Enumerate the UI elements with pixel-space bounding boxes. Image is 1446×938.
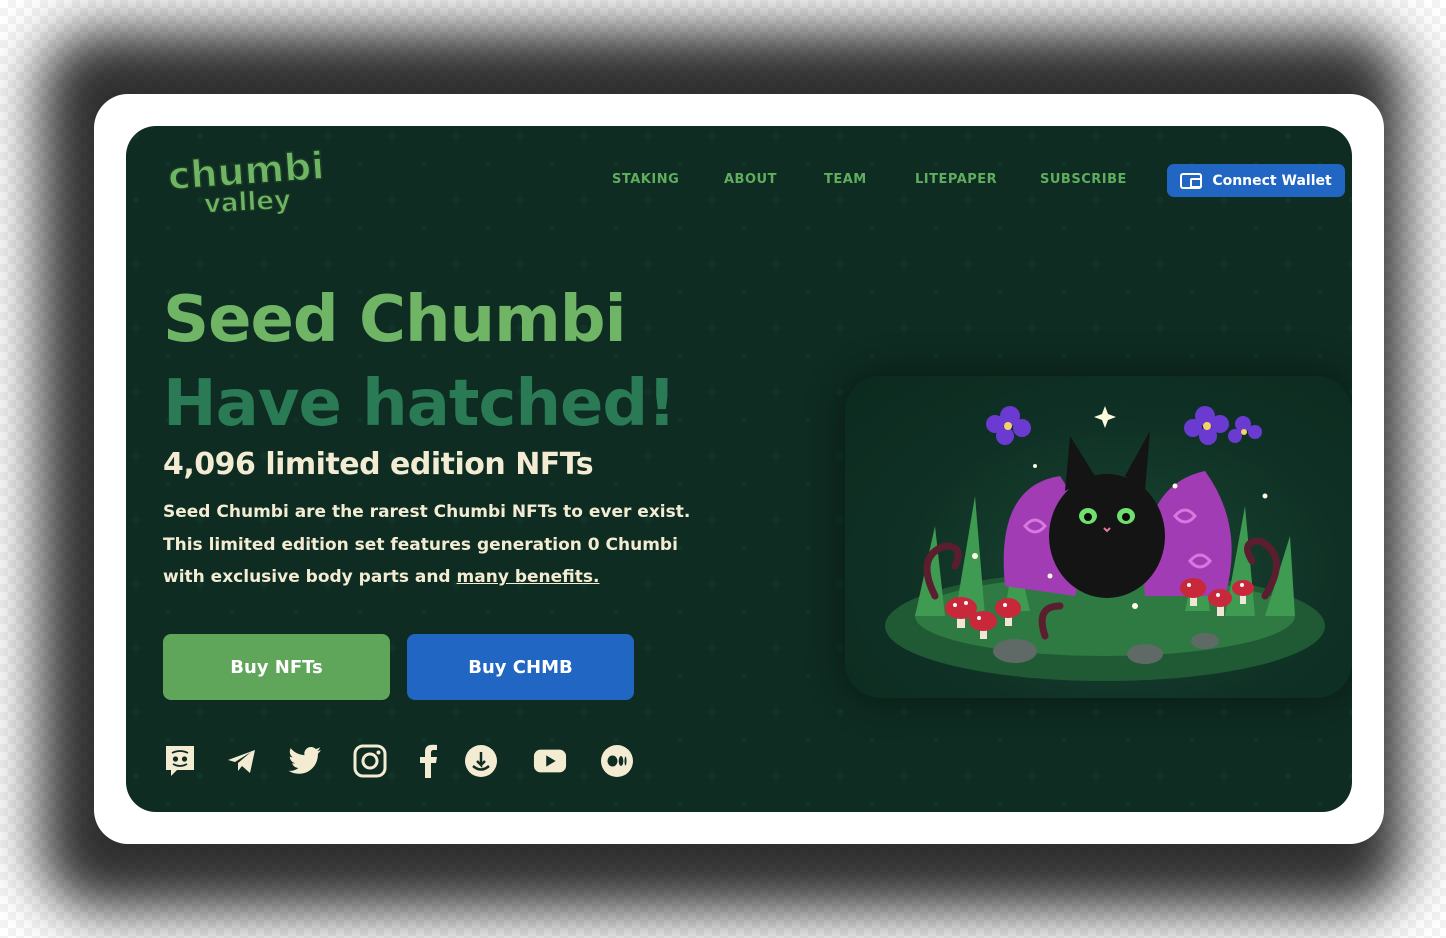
- description-line3: with exclusive body parts and many benef…: [163, 561, 723, 594]
- hero-title-line1: Seed Chumbi: [163, 283, 627, 357]
- hero-description: Seed Chumbi are the rarest Chumbi NFTs t…: [163, 496, 723, 594]
- connect-wallet-button[interactable]: Connect Wallet: [1167, 164, 1345, 197]
- connect-wallet-label: Connect Wallet: [1212, 172, 1332, 189]
- description-line1: Seed Chumbi are the rarest Chumbi NFTs t…: [163, 502, 691, 522]
- buy-nfts-button[interactable]: Buy NFTs: [163, 634, 390, 700]
- nav-litepaper[interactable]: LITEPAPER: [915, 172, 997, 187]
- discord-icon[interactable]: [163, 744, 197, 778]
- chumbi-valley-logo[interactable]: chumbi valley: [166, 144, 341, 214]
- nav-subscribe[interactable]: SUBSCRIBE: [1040, 172, 1127, 187]
- nav-about[interactable]: ABOUT: [724, 172, 777, 187]
- description-line2: This limited edition set features genera…: [163, 534, 678, 555]
- wallet-icon: [1180, 172, 1203, 189]
- hero-title-line2: Have hatched!: [163, 367, 676, 441]
- buy-chmb-button[interactable]: Buy CHMB: [407, 634, 634, 700]
- nav-team[interactable]: TEAM: [824, 172, 867, 187]
- seed-chumbi-illustration: [885, 406, 1325, 681]
- many-benefits-link[interactable]: many benefits.: [457, 567, 600, 587]
- hero-subtitle: 4,096 limited edition NFTs: [163, 447, 594, 482]
- description-line3-text: with exclusive body parts and: [163, 567, 451, 587]
- hero-illustration-card: [845, 376, 1352, 698]
- logo-line2: valley: [203, 185, 291, 214]
- medium-icon[interactable]: [600, 744, 634, 778]
- coingecko-icon[interactable]: [464, 744, 498, 778]
- youtube-icon[interactable]: [533, 744, 567, 778]
- instagram-icon[interactable]: [353, 744, 387, 778]
- twitter-icon[interactable]: [288, 744, 322, 778]
- facebook-icon[interactable]: [411, 744, 445, 778]
- nav-staking[interactable]: STAKING: [612, 172, 679, 187]
- telegram-icon[interactable]: [225, 744, 259, 778]
- website-screen: chumbi valley STAKING ABOUT TEAM LITEPAP…: [126, 126, 1352, 812]
